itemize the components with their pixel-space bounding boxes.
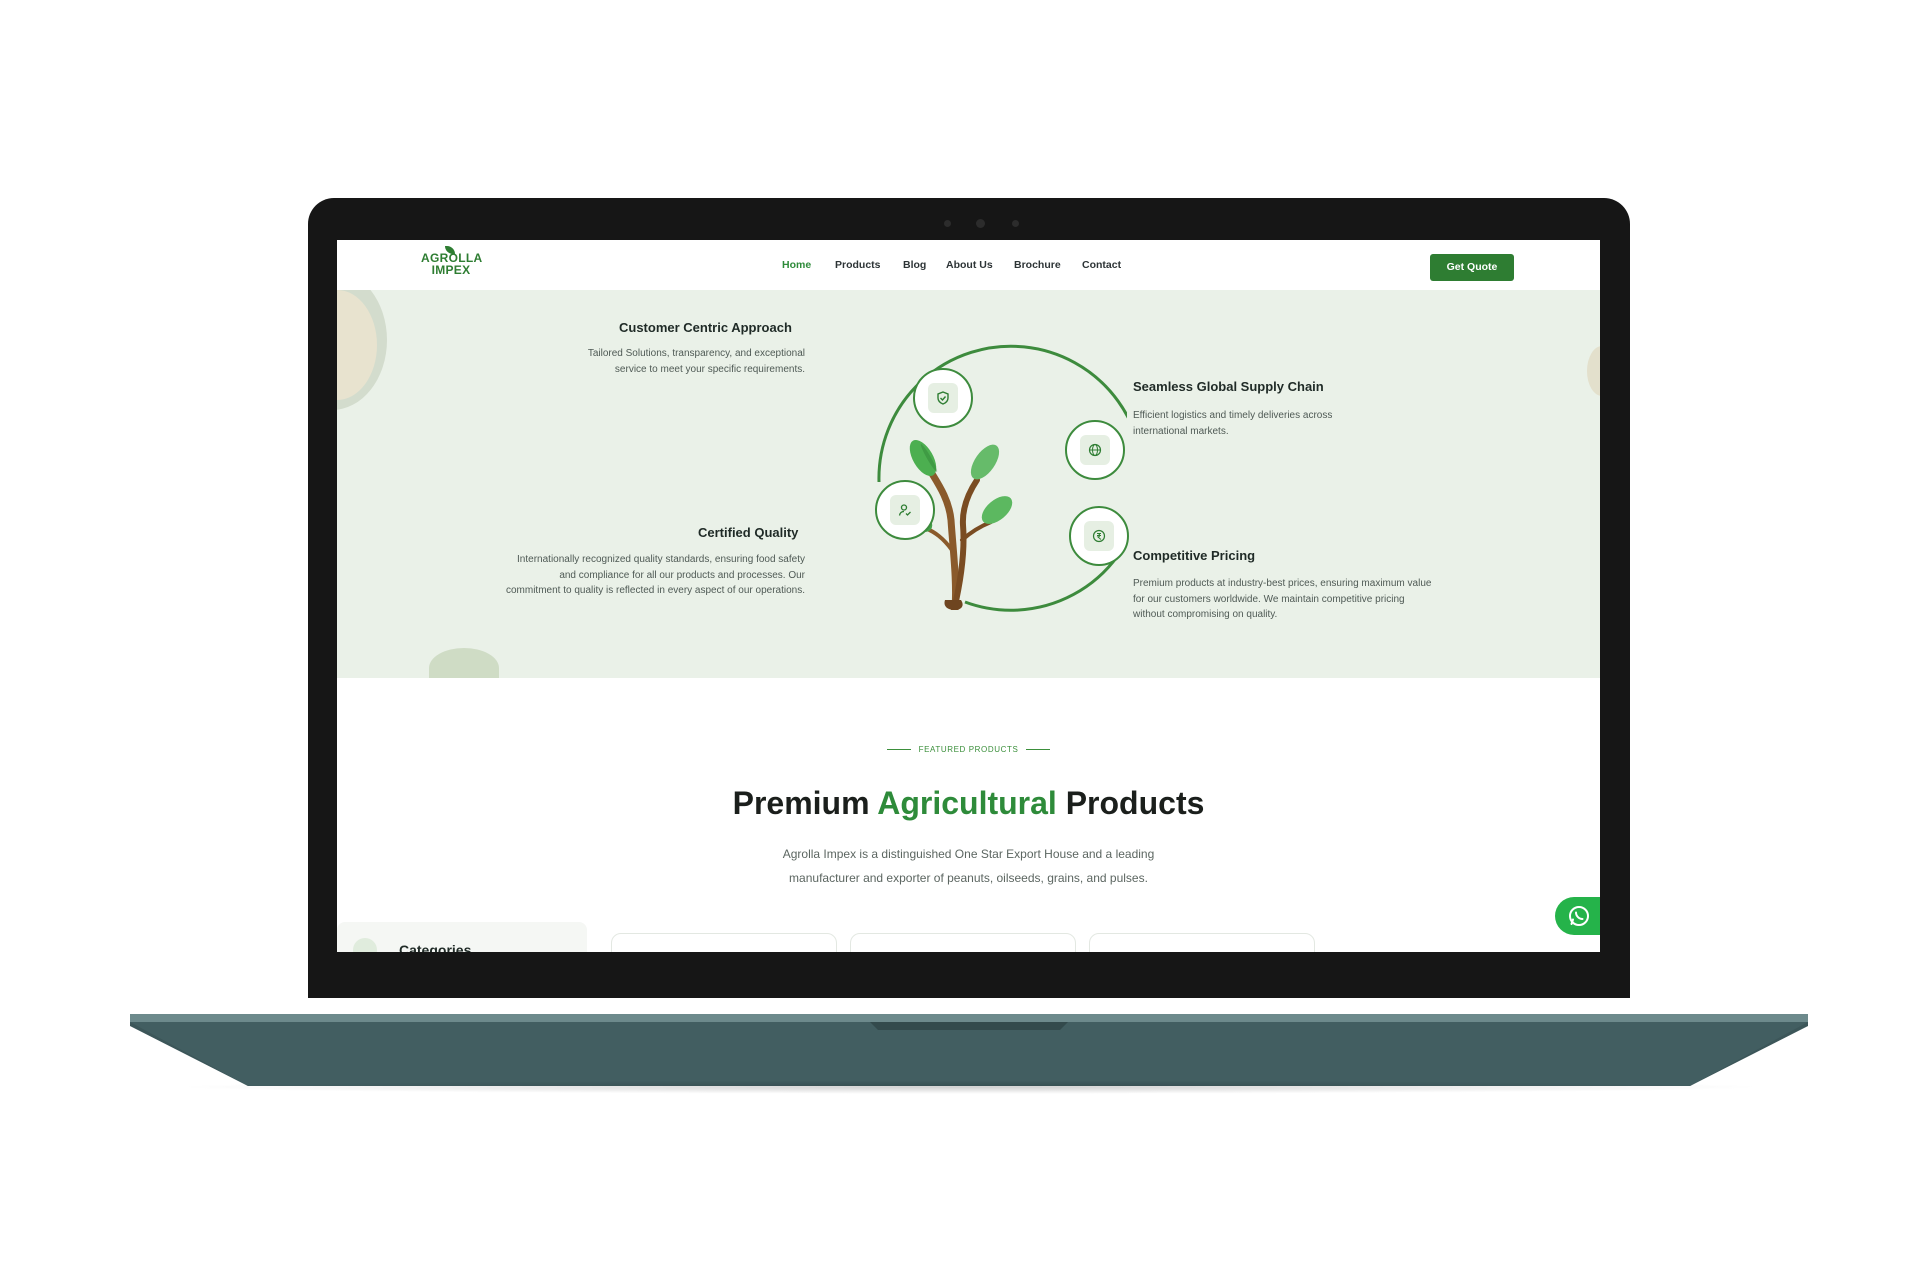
user-check-icon bbox=[898, 504, 911, 516]
feature-desc-competitive-pricing: Premium products at industry-best prices… bbox=[1133, 578, 1432, 620]
features-diagram bbox=[807, 340, 1129, 640]
feature-desc-certified-quality: Internationally recognized quality stand… bbox=[505, 554, 805, 596]
featured-eyebrow: FEATURED PRODUCTS bbox=[337, 745, 1600, 754]
globe-icon bbox=[1088, 443, 1102, 457]
nav-menu: Home Products Blog About Us Brochure Con… bbox=[337, 259, 1600, 273]
nav-item-brochure[interactable]: Brochure bbox=[1014, 259, 1061, 271]
eyebrow-divider bbox=[886, 749, 911, 751]
product-card[interactable] bbox=[850, 933, 1076, 952]
nav-item-home[interactable]: Home bbox=[782, 259, 811, 271]
headline-end: Products bbox=[1065, 785, 1205, 821]
feature-title-certified-quality: Certified Quality bbox=[698, 525, 799, 540]
feature-icon-competitive-pricing bbox=[1069, 506, 1129, 566]
get-quote-button[interactable]: Get Quote bbox=[1430, 254, 1514, 281]
grid-icon bbox=[353, 938, 377, 952]
product-card[interactable] bbox=[1089, 933, 1315, 952]
decorative-peanut-image bbox=[1587, 346, 1600, 396]
features-section: Customer Centric Approach Tailored Solut… bbox=[337, 290, 1600, 678]
nav-item-contact[interactable]: Contact bbox=[1082, 259, 1121, 271]
feature-icon-global-supply-chain bbox=[1065, 420, 1125, 480]
feature-title-global-supply-chain: Seamless Global Supply Chain bbox=[1133, 379, 1324, 394]
feature-icon-certified-quality bbox=[875, 480, 935, 540]
feature-desc-customer-centric: Tailored Solutions, transparency, and ex… bbox=[587, 348, 805, 375]
whatsapp-button[interactable] bbox=[1555, 897, 1600, 935]
laptop-base bbox=[130, 1008, 1808, 1088]
feature-title-customer-centric: Customer Centric Approach bbox=[619, 320, 792, 335]
subtext-line-1: Agrolla Impex is a distinguished One Sta… bbox=[782, 847, 1155, 861]
feature-title-competitive-pricing: Competitive Pricing bbox=[1133, 548, 1256, 563]
whatsapp-icon bbox=[1569, 906, 1589, 926]
nav-item-blog[interactable]: Blog bbox=[903, 259, 926, 271]
headline-accent: Agricultural bbox=[877, 785, 1057, 821]
laptop-shadow bbox=[170, 1080, 1770, 1094]
sensor-dot bbox=[944, 220, 951, 227]
decorative-leaf-image bbox=[429, 648, 499, 678]
product-card[interactable] bbox=[611, 933, 837, 952]
section-subtext: Agrolla Impex is a distinguished One Sta… bbox=[717, 842, 1220, 890]
nav-item-about-us[interactable]: About Us bbox=[946, 259, 993, 271]
shield-icon bbox=[937, 391, 949, 405]
feature-icon-customer-centric bbox=[913, 368, 973, 428]
headline-start: Premium bbox=[732, 785, 870, 821]
website-screen: AGROLLA IMPEX Home Products Blog About U… bbox=[337, 240, 1600, 952]
feature-desc-global-supply-chain: Efficient logistics and timely deliverie… bbox=[1133, 410, 1333, 437]
camera-lens bbox=[976, 219, 985, 228]
section-headline: Premium Agricultural Products bbox=[337, 785, 1600, 822]
categories-label: Categories bbox=[399, 942, 472, 952]
sensor-dot bbox=[1012, 220, 1019, 227]
categories-panel[interactable]: Categories bbox=[337, 922, 587, 952]
pricing-icon bbox=[1092, 529, 1106, 543]
subtext-line-2: manufacturer and exporter of peanuts, oi… bbox=[789, 871, 1148, 885]
navbar: AGROLLA IMPEX Home Products Blog About U… bbox=[337, 240, 1600, 290]
eyebrow-divider bbox=[1026, 749, 1051, 751]
eyebrow-label: FEATURED PRODUCTS bbox=[918, 745, 1019, 754]
nav-item-products[interactable]: Products bbox=[835, 259, 881, 271]
